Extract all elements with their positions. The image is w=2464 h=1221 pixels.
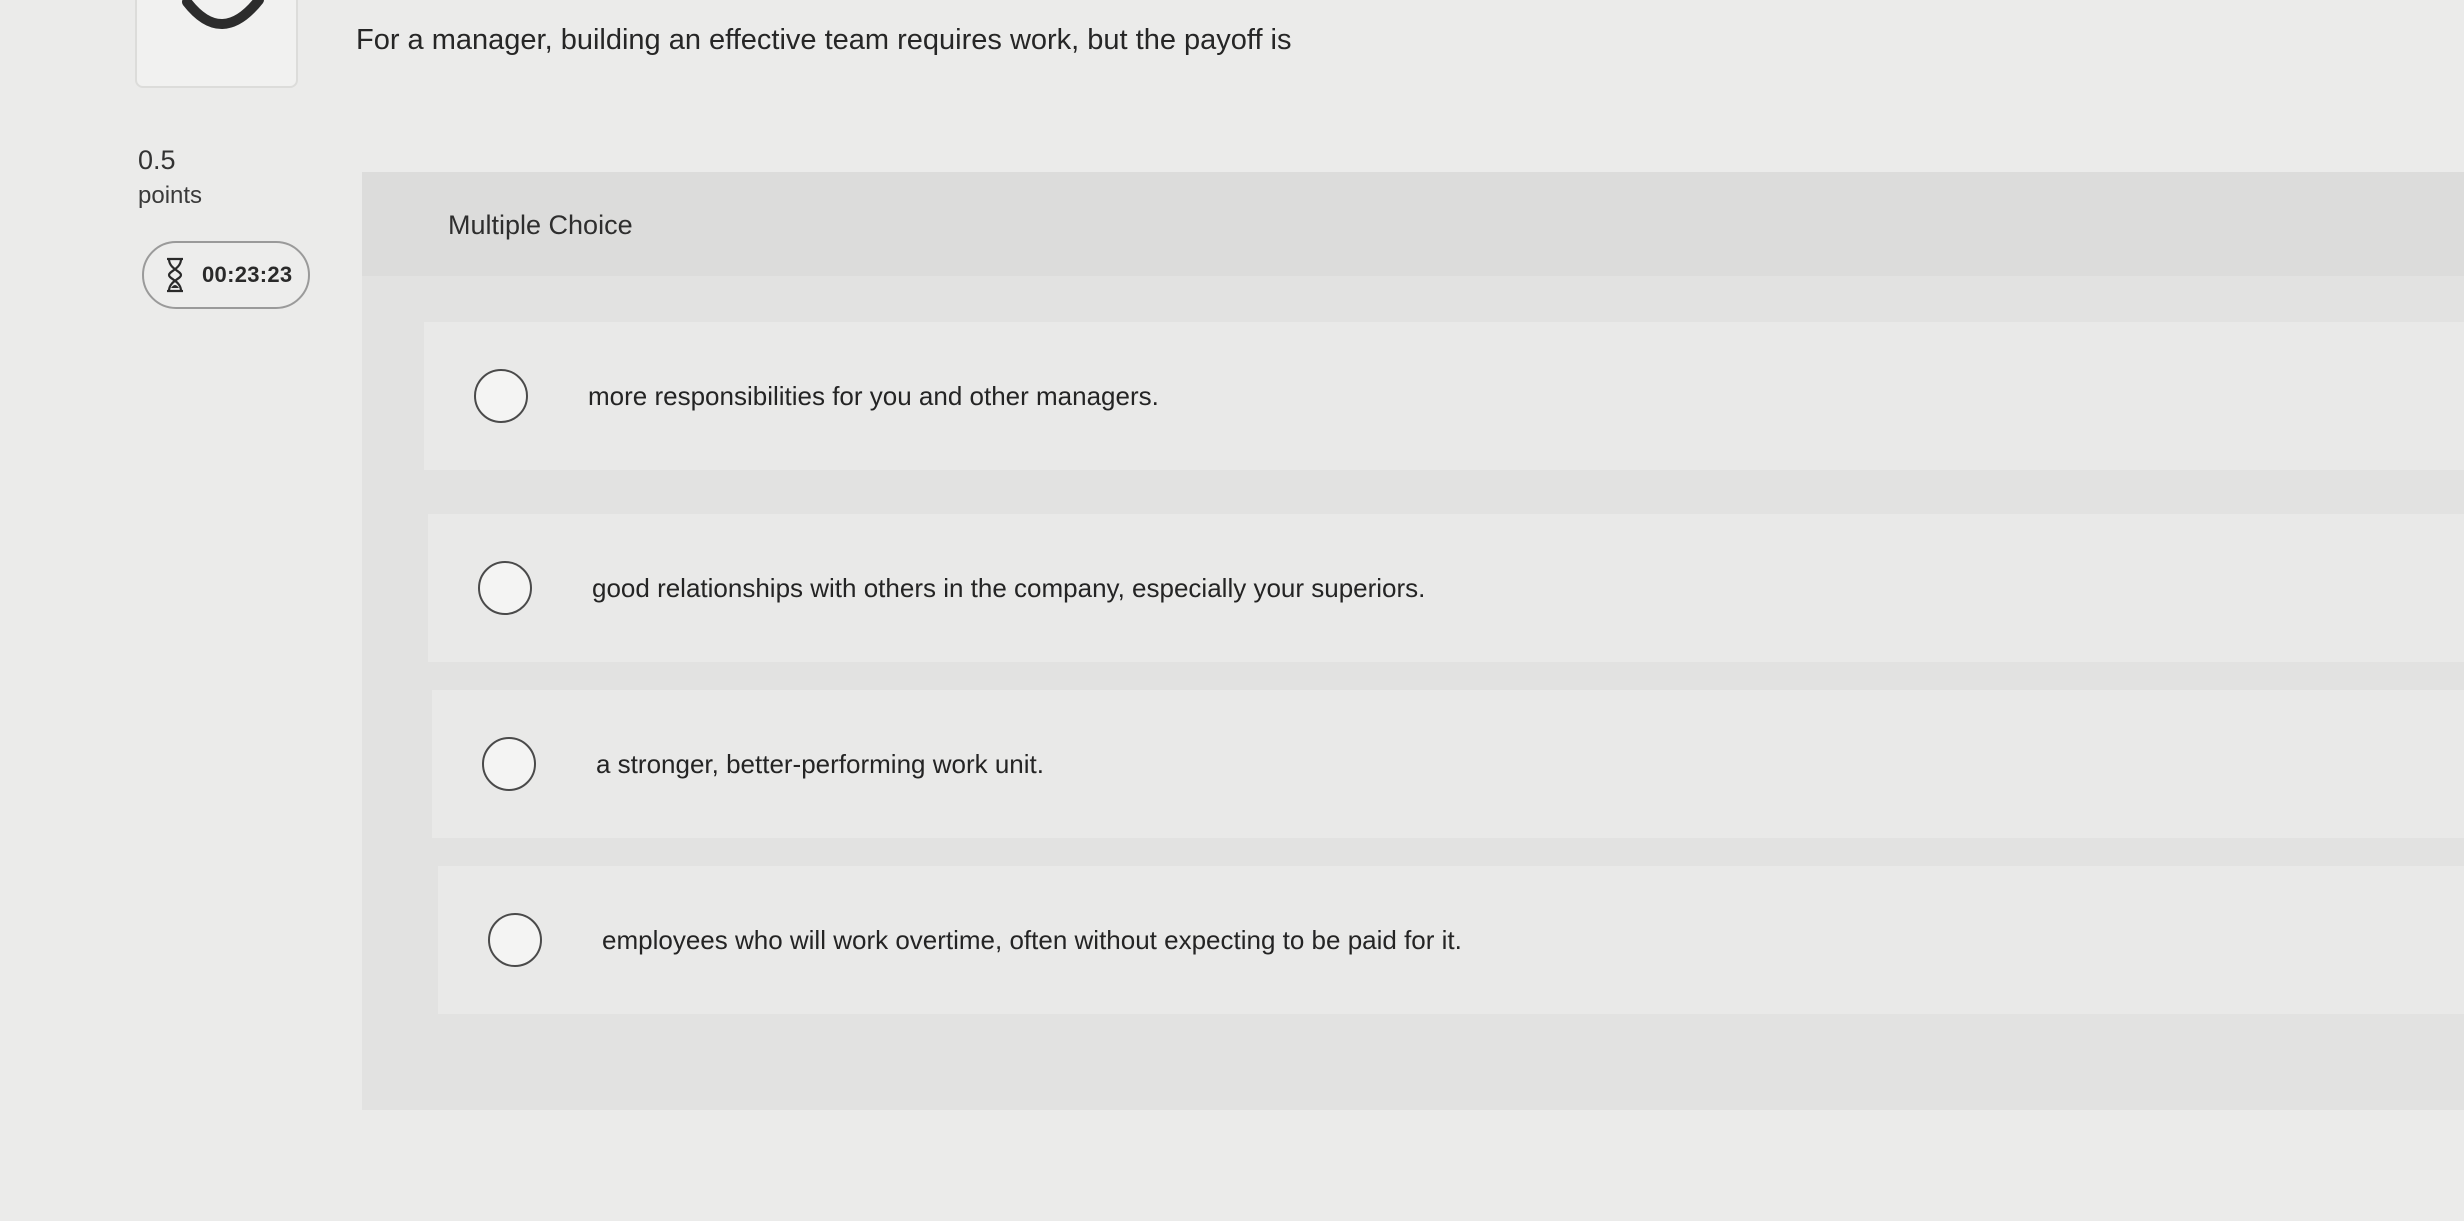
radio-button[interactable] — [474, 369, 528, 423]
radio-button[interactable] — [478, 561, 532, 615]
radio-button[interactable] — [482, 737, 536, 791]
answer-option[interactable]: more responsibilities for you and other … — [424, 322, 2464, 470]
radio-button[interactable] — [488, 913, 542, 967]
answer-option-label: good relationships with others in the co… — [592, 572, 1426, 603]
answer-option-label: a stronger, better-performing work unit. — [596, 748, 1044, 779]
answer-option[interactable]: good relationships with others in the co… — [428, 514, 2464, 662]
refresh-icon — [182, 0, 264, 29]
timer-badge: 00:23:23 — [142, 241, 310, 309]
answer-option[interactable]: a stronger, better-performing work unit. — [432, 690, 2464, 838]
timer-text: 00:23:23 — [202, 262, 293, 287]
points-label: points — [138, 182, 203, 209]
answer-panel-header — [362, 172, 2464, 276]
question-text: For a manager, building an effective tea… — [356, 24, 1292, 56]
points-value: 0.5 — [138, 145, 176, 175]
answer-option-label: more responsibilities for you and other … — [588, 380, 1159, 411]
question-type-label: Multiple Choice — [448, 210, 633, 240]
previous-nav-tile[interactable] — [135, 0, 298, 88]
answer-option[interactable]: employees who will work overtime, often … — [438, 866, 2464, 1014]
hourglass-icon — [167, 257, 183, 293]
answer-option-label: employees who will work overtime, often … — [602, 924, 1462, 955]
